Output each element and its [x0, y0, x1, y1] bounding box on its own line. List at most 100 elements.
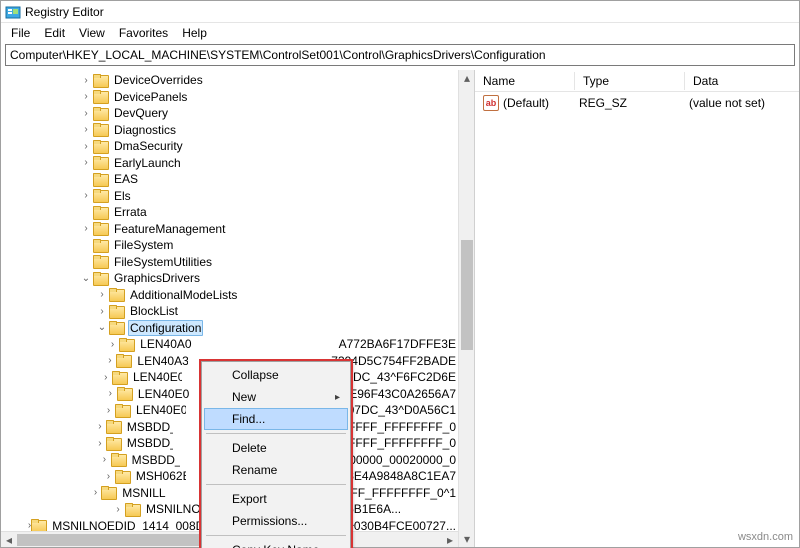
expand-toggle-icon[interactable]: › [103, 354, 116, 368]
tree-item-label-left: LEN40E00 [134, 403, 186, 417]
tree-item[interactable]: Errata [1, 204, 458, 221]
ctx-permissions[interactable]: Permissions... [204, 510, 348, 532]
regedit-icon [5, 4, 21, 20]
folder-icon [106, 437, 122, 450]
tree-item[interactable]: › DmaSecurity [1, 138, 458, 155]
expand-toggle-icon[interactable]: › [102, 403, 115, 417]
expand-toggle-icon[interactable]: › [111, 502, 125, 516]
tree-vertical-scrollbar[interactable]: ▴ ▾ [458, 70, 474, 547]
menu-file[interactable]: File [5, 25, 36, 41]
expand-toggle-icon[interactable]: › [106, 337, 119, 351]
scroll-left-icon[interactable]: ◂ [1, 532, 17, 548]
folder-icon [116, 354, 132, 367]
folder-icon [93, 222, 109, 235]
expand-toggle-icon[interactable]: › [79, 90, 93, 104]
tree-item[interactable]: FileSystem [1, 237, 458, 254]
tree-item-label: DevQuery [112, 106, 170, 120]
folder-icon [93, 140, 109, 153]
value-row[interactable]: (Default) REG_SZ (value not set) [475, 92, 799, 114]
tree-item[interactable]: › DeviceOverrides [1, 72, 458, 89]
expand-toggle-icon[interactable]: › [79, 222, 93, 236]
tree-item-label-left: MSBDD_L [125, 436, 173, 450]
ctx-separator [206, 535, 346, 536]
tree-item[interactable]: › EarlyLaunch [1, 155, 458, 172]
tree-item[interactable]: ⌄Configuration [1, 320, 458, 337]
col-name[interactable]: Name [475, 72, 575, 90]
folder-icon [93, 189, 109, 202]
tree-item[interactable]: › DevQuery [1, 105, 458, 122]
expand-toggle-icon[interactable]: › [98, 453, 110, 467]
expand-toggle-icon[interactable]: › [104, 387, 117, 401]
col-type[interactable]: Type [575, 72, 685, 90]
tree-item-label: GraphicsDrivers [112, 271, 202, 285]
folder-icon [109, 305, 125, 318]
menubar: File Edit View Favorites Help [1, 23, 799, 42]
expand-toggle-icon[interactable]: › [79, 73, 93, 87]
expand-toggle-icon[interactable]: › [99, 370, 112, 384]
menu-help[interactable]: Help [176, 25, 213, 41]
expand-toggle-icon[interactable]: › [79, 156, 93, 170]
tree-item-label-left: LEN40A30 [135, 354, 187, 368]
tree-item-label: Diagnostics [112, 123, 178, 137]
tree-item-label-right: A772BA6F17DFFE3E [337, 337, 458, 351]
folder-icon [101, 486, 117, 499]
value-name: (Default) [503, 96, 579, 110]
ctx-collapse[interactable]: Collapse [204, 364, 348, 386]
tree-item[interactable]: FileSystemUtilities [1, 254, 458, 271]
col-data[interactable]: Data [685, 72, 799, 90]
folder-icon [112, 371, 128, 384]
tree-item[interactable]: EAS [1, 171, 458, 188]
expand-toggle-icon[interactable]: ⌄ [95, 321, 109, 335]
body-split: › DeviceOverrides › DevicePanels › DevQuery › D… [1, 70, 799, 547]
tree-item[interactable]: › DevicePanels [1, 89, 458, 106]
tree-item-label-left: MSBDD_L [130, 453, 180, 467]
expand-toggle-icon[interactable]: › [95, 288, 109, 302]
folder-icon [93, 255, 109, 268]
tree-item[interactable]: ›LEN40A0A772BA6F17DFFE3E [1, 336, 458, 353]
tree-item-label: DevicePanels [112, 90, 189, 104]
titlebar: Registry Editor [1, 1, 799, 23]
tree-item[interactable]: › BlockList [1, 303, 458, 320]
tree-item[interactable]: ⌄ GraphicsDrivers [1, 270, 458, 287]
tree-item-label: EarlyLaunch [112, 156, 183, 170]
folder-icon [109, 321, 125, 334]
expand-toggle-icon[interactable]: › [102, 469, 115, 483]
expand-toggle-icon[interactable]: › [94, 420, 106, 434]
expand-toggle-icon[interactable]: ⌄ [79, 271, 93, 285]
expand-toggle-icon[interactable]: › [79, 123, 93, 137]
ctx-find[interactable]: Find... [204, 408, 348, 430]
folder-icon [125, 503, 141, 516]
tree-item[interactable]: ›FeatureManagement [1, 221, 458, 238]
expand-toggle-icon[interactable]: › [94, 436, 106, 450]
string-value-icon [483, 95, 499, 111]
ctx-copy-key-name[interactable]: Copy Key Name [204, 539, 348, 548]
tree-item-label: BlockList [128, 304, 180, 318]
expand-toggle-icon[interactable]: › [79, 106, 93, 120]
tree-item-label: DeviceOverrides [112, 73, 205, 87]
tree-item-label: DmaSecurity [112, 139, 185, 153]
scroll-thumb[interactable] [461, 240, 473, 350]
menu-favorites[interactable]: Favorites [113, 25, 174, 41]
tree-item[interactable]: ›Els [1, 188, 458, 205]
expand-toggle-icon[interactable]: › [95, 304, 109, 318]
ctx-delete[interactable]: Delete [204, 437, 348, 459]
tree-item[interactable]: › Diagnostics [1, 122, 458, 139]
ctx-rename[interactable]: Rename [204, 459, 348, 481]
expand-toggle-icon[interactable]: › [79, 139, 93, 153]
scroll-right-icon[interactable]: ▸ [442, 532, 458, 548]
scroll-down-icon[interactable]: ▾ [459, 531, 475, 547]
expand-toggle-icon[interactable]: › [90, 486, 101, 500]
menu-edit[interactable]: Edit [38, 25, 71, 41]
scroll-up-icon[interactable]: ▴ [459, 70, 475, 86]
menu-view[interactable]: View [73, 25, 111, 41]
folder-icon [111, 453, 127, 466]
folder-icon [93, 173, 109, 186]
expand-toggle-icon[interactable]: › [79, 189, 93, 203]
ctx-export[interactable]: Export [204, 488, 348, 510]
tree-item[interactable]: ›AdditionalModeLists [1, 287, 458, 304]
tree-item-label-left: MSH062E [134, 469, 186, 483]
address-bar[interactable]: Computer\HKEY_LOCAL_MACHINE\SYSTEM\Contr… [5, 44, 795, 66]
ctx-new[interactable]: New [204, 386, 348, 408]
folder-icon [93, 90, 109, 103]
watermark: wsxdn.com [738, 531, 793, 543]
